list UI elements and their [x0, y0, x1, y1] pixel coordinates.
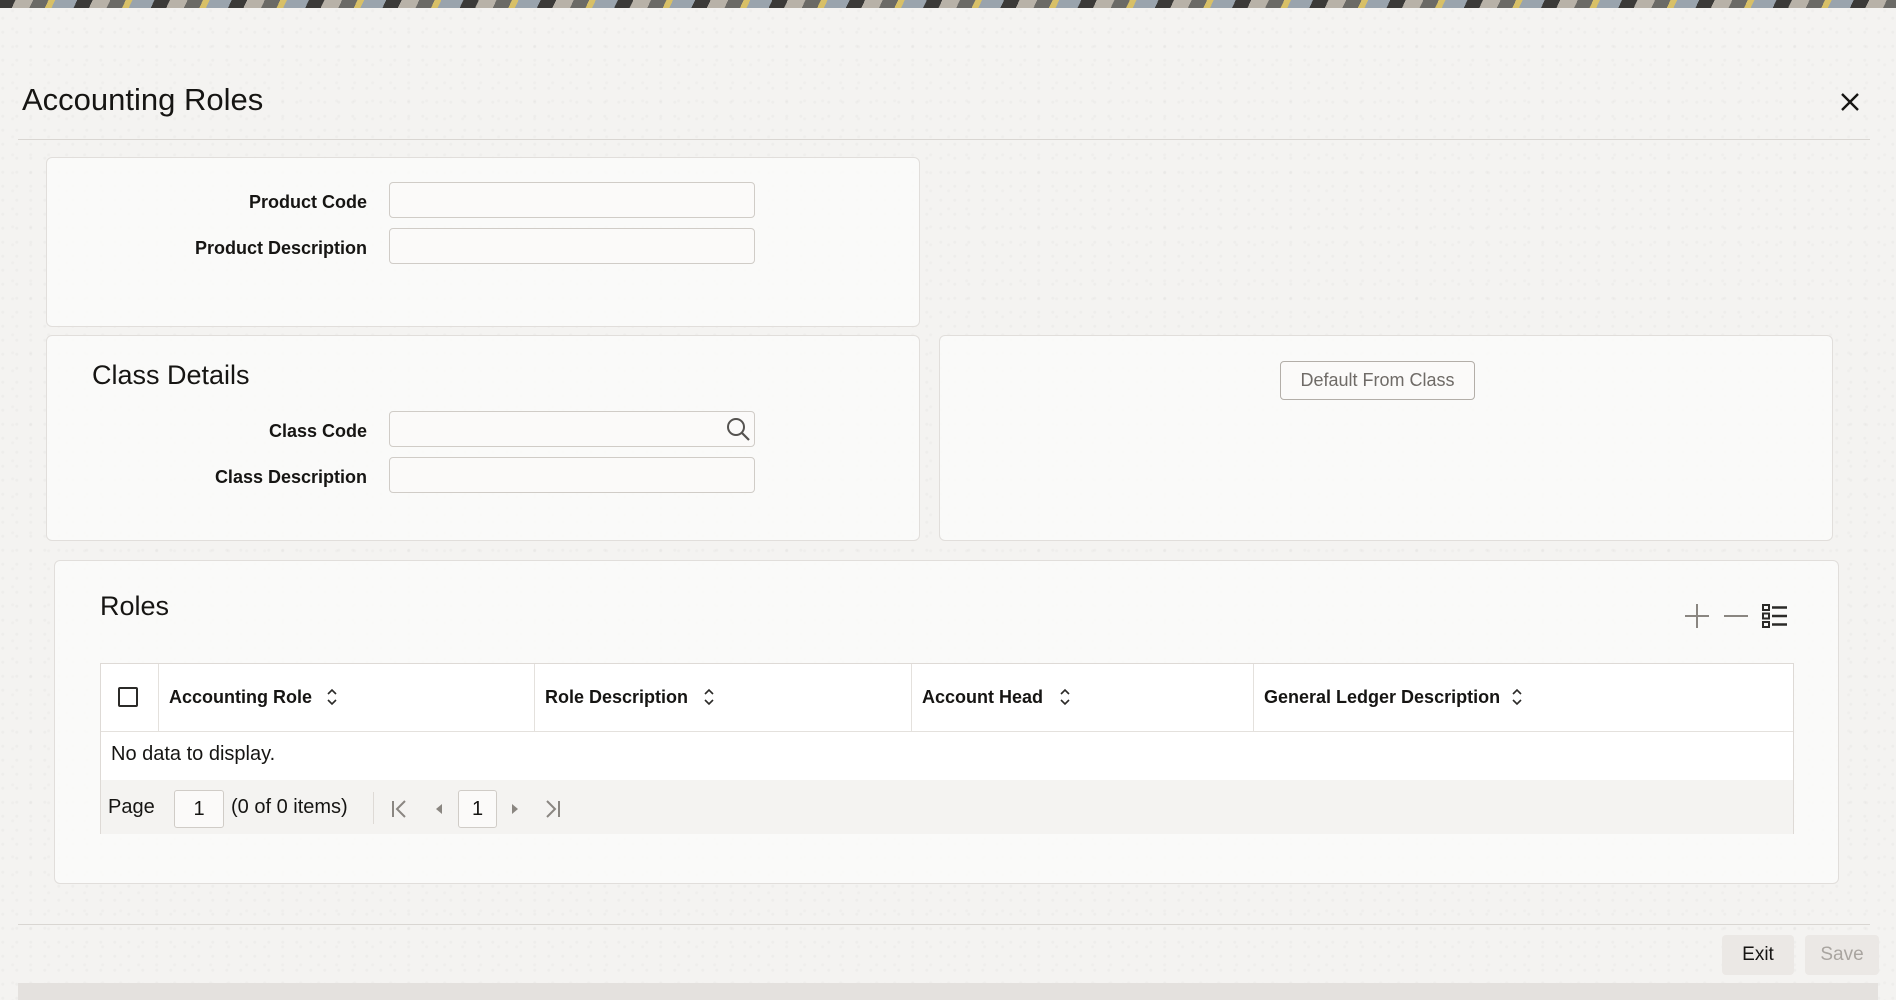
default-from-class-button[interactable]: Default From Class — [1280, 361, 1475, 400]
class-details-panel: Class Details Class Code Class Descripti… — [46, 335, 920, 541]
default-class-panel: Default From Class — [939, 335, 1833, 541]
items-count: (0 of 0 items) — [231, 796, 348, 818]
column-general-ledger-description[interactable]: General Ledger Description — [1253, 664, 1793, 731]
single-record-view-icon[interactable] — [1760, 601, 1790, 631]
column-account-head[interactable]: Account Head — [911, 664, 1253, 731]
column-role-description[interactable]: Role Description — [534, 664, 911, 731]
delete-row-icon[interactable] — [1721, 601, 1751, 631]
pagination-bar: Page 1 (0 of 0 items) 1 — [101, 780, 1793, 834]
current-page-button[interactable]: 1 — [458, 790, 497, 828]
exit-button[interactable]: Exit — [1722, 935, 1794, 975]
add-row-icon[interactable] — [1682, 601, 1712, 631]
product-code-label: Product Code — [248, 192, 367, 212]
title-divider — [18, 139, 1870, 140]
first-page-icon[interactable] — [389, 798, 411, 820]
footer-divider — [18, 924, 1870, 925]
sort-icon[interactable] — [1058, 686, 1072, 708]
previous-page-icon[interactable] — [428, 798, 450, 820]
pager-divider — [373, 792, 374, 824]
save-button[interactable]: Save — [1805, 935, 1879, 975]
sort-icon[interactable] — [702, 686, 716, 708]
next-page-icon[interactable] — [504, 798, 526, 820]
status-strip — [18, 983, 1878, 1000]
empty-table-message: No data to display. — [111, 743, 276, 765]
column-header-label: Role Description — [545, 687, 689, 707]
page-label: Page — [108, 796, 155, 818]
sort-icon[interactable] — [325, 686, 339, 708]
table-header: Accounting Role Role Description Account… — [101, 664, 1793, 732]
column-header-label: Account Head — [922, 687, 1044, 707]
last-page-icon[interactable] — [541, 798, 563, 820]
column-header-label: Accounting Role — [169, 687, 312, 707]
product-description-label: Product Description — [194, 238, 367, 258]
roles-table: Accounting Role Role Description Account… — [100, 663, 1794, 834]
sort-icon[interactable] — [1510, 686, 1524, 708]
roles-title: Roles — [100, 591, 170, 621]
page-number-input[interactable]: 1 — [174, 790, 224, 828]
column-header-label: General Ledger Description — [1264, 687, 1501, 707]
class-code-label: Class Code — [268, 421, 367, 441]
search-icon[interactable] — [725, 416, 751, 442]
page-title: Accounting Roles — [22, 82, 264, 117]
class-details-title: Class Details — [92, 360, 250, 390]
product-code-input[interactable] — [389, 182, 755, 218]
class-description-input[interactable] — [389, 457, 755, 493]
class-description-label: Class Description — [214, 467, 367, 487]
product-description-input[interactable] — [389, 228, 755, 264]
product-panel: Product Code Product Description — [46, 157, 920, 327]
class-code-input[interactable] — [389, 411, 755, 447]
close-icon[interactable] — [1832, 84, 1868, 120]
select-all-checkbox[interactable] — [118, 687, 138, 707]
header-banner — [0, 0, 1896, 8]
column-accounting-role[interactable]: Accounting Role — [158, 664, 534, 731]
